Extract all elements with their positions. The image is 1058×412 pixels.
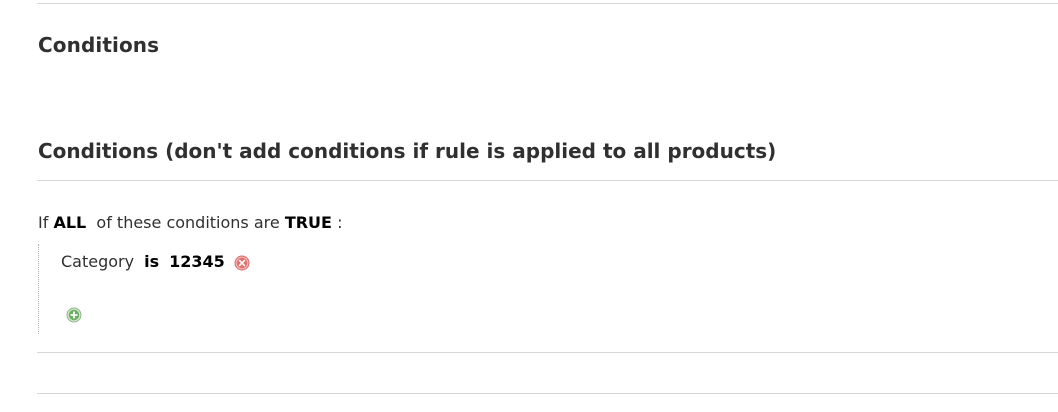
top-divider [37, 3, 1058, 4]
footer-divider [37, 393, 1058, 394]
conditions-list: Category is 12345 [38, 244, 439, 334]
add-circle-icon[interactable] [66, 307, 82, 323]
fieldset-divider [37, 180, 1058, 181]
rule-statement: If ALL of these conditions are TRUE : [38, 213, 342, 232]
rule-prefix: If [38, 213, 49, 232]
condition-row: Category is 12345 [61, 252, 250, 271]
section-title: Conditions [38, 33, 160, 57]
remove-circle-icon[interactable] [234, 255, 250, 271]
aggregator-value-select[interactable]: TRUE [285, 213, 332, 232]
conditions-page: Conditions Conditions (don't add conditi… [0, 0, 1058, 412]
condition-operator[interactable]: is [144, 252, 159, 271]
rule-suffix: : [337, 213, 343, 232]
fieldset-title: Conditions (don't add conditions if rule… [38, 139, 777, 163]
bottom-divider [37, 352, 1058, 353]
rule-middle-text: of these conditions are [96, 213, 280, 232]
condition-value[interactable]: 12345 [169, 252, 225, 271]
condition-attribute: Category [61, 252, 135, 271]
aggregator-select[interactable]: ALL [53, 213, 86, 232]
